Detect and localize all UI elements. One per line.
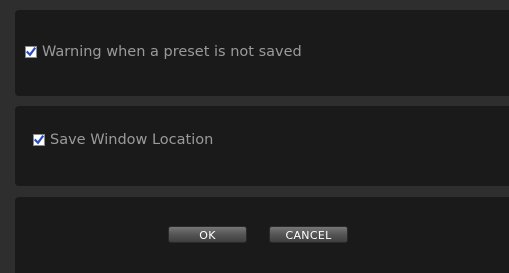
checkmark-icon — [34, 135, 44, 145]
warning-unsaved-preset-option[interactable]: Warning when a preset is not saved — [25, 44, 302, 60]
save-window-location-option[interactable]: Save Window Location — [33, 132, 213, 148]
dialog-button-bar: OK CANCEL — [15, 197, 509, 273]
preset-warning-panel: Warning when a preset is not saved — [15, 10, 509, 96]
cancel-button[interactable]: CANCEL — [269, 226, 348, 243]
warning-unsaved-preset-checkbox[interactable] — [25, 46, 37, 58]
warning-unsaved-preset-label: Warning when a preset is not saved — [42, 44, 302, 60]
window-location-panel: Save Window Location — [15, 106, 509, 186]
ok-button[interactable]: OK — [168, 226, 247, 243]
save-window-location-checkbox[interactable] — [33, 134, 45, 146]
checkmark-icon — [26, 47, 36, 57]
save-window-location-label: Save Window Location — [50, 132, 214, 148]
